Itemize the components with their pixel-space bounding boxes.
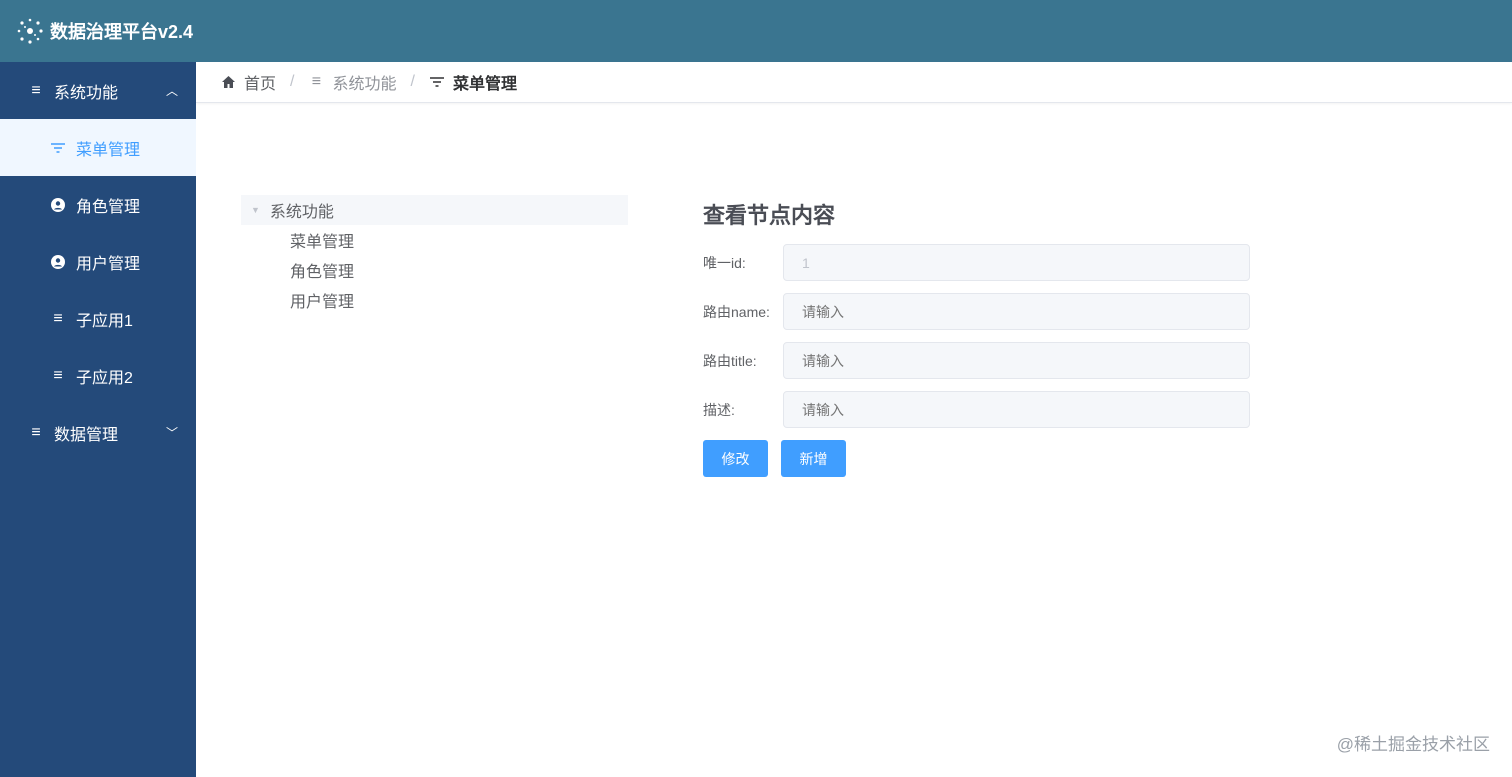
edit-button[interactable]: 修改 [703,440,768,477]
tree-node-label: 用户管理 [290,294,355,311]
app-header: 数据治理平台v2.4 [0,0,1512,62]
field-label: 描述: [703,401,735,418]
sidebar-group-data[interactable]: ≡ 数据管理 ﹀ [0,404,196,461]
breadcrumb-label: 菜单管理 [452,76,517,93]
sidebar-item-label: 子应用1 [76,312,133,330]
sidebar-item-role-management[interactable]: 角色管理 [0,176,196,233]
id-input[interactable] [783,244,1250,281]
breadcrumb-system[interactable]: ≡ 系统功能 [308,70,397,94]
filter-icon [429,77,445,87]
form-row-description: 描述: [703,391,1250,428]
filter-icon [50,142,66,153]
sidebar-item-user-management[interactable]: 用户管理 [0,233,196,290]
sidebar-group-label: 数据管理 [54,426,119,444]
form-row-name: 路由name: [703,293,1250,330]
user-circle-icon [50,254,66,269]
sidebar-item-menu-management[interactable]: 菜单管理 [0,119,196,176]
sidebar-group-label: 系统功能 [54,84,119,102]
chevron-down-icon: ﹀ [165,426,178,440]
sidebar-item-subapp-1[interactable]: ≡ 子应用1 [0,290,196,347]
tree-node-label: 菜单管理 [290,234,355,251]
tree-node-label: 系统功能 [269,204,334,221]
tree-node-root[interactable]: ▼ 系统功能 [241,195,628,225]
network-dots-icon [17,18,43,44]
tree-node[interactable]: 用户管理 [241,285,628,315]
field-label: 唯一id: [703,254,746,271]
description-input[interactable] [783,391,1250,428]
app-title: 数据治理平台v2.4 [50,22,194,42]
menu-icon: ≡ [31,423,41,441]
home-icon [220,76,236,88]
sidebar-item-label: 角色管理 [76,198,141,216]
breadcrumb-current: 菜单管理 [429,70,517,94]
user-circle-icon [50,197,66,212]
breadcrumb-label: 首页 [244,76,277,93]
add-button[interactable]: 新增 [781,440,846,477]
menu-icon: ≡ [311,73,322,90]
node-form: 查看节点内容 唯一id: 路由name: 路由title: 描述: 修改 新增 [703,198,1250,477]
route-title-input[interactable] [783,342,1250,379]
breadcrumb-home[interactable]: 首页 [220,70,276,94]
menu-tree: ▼ 系统功能 菜单管理 角色管理 用户管理 [241,195,628,315]
form-title: 查看节点内容 [703,203,836,228]
sidebar-item-label: 子应用2 [76,369,133,387]
sidebar-item-subapp-2[interactable]: ≡ 子应用2 [0,347,196,404]
sidebar: ≡ 系统功能 ︿ 菜单管理 角色管理 用户管理 ≡ 子应用1 ≡ 子应用2 ≡ … [0,62,196,777]
caret-down-icon[interactable]: ▼ [251,205,260,215]
menu-icon: ≡ [53,366,63,384]
tree-node-label: 角色管理 [290,264,355,281]
menu-icon: ≡ [31,81,41,99]
menu-icon: ≡ [53,309,63,327]
sidebar-item-label: 用户管理 [76,255,141,273]
breadcrumb-label: 系统功能 [332,76,397,93]
tree-node[interactable]: 角色管理 [241,255,628,285]
form-row-title: 路由title: [703,342,1250,379]
breadcrumb: 首页 / ≡ 系统功能 / 菜单管理 [196,62,1512,103]
breadcrumb-separator: / [290,73,295,90]
sidebar-item-label: 菜单管理 [76,141,141,159]
sidebar-group-system[interactable]: ≡ 系统功能 ︿ [0,62,196,119]
field-label: 路由title: [703,352,757,369]
field-label: 路由name: [703,303,770,320]
chevron-up-icon: ︿ [165,84,178,98]
form-actions: 修改 新增 [703,440,1250,477]
breadcrumb-separator: / [410,73,415,90]
tree-node[interactable]: 菜单管理 [241,225,628,255]
watermark: @稀土掘金技术社区 [1336,735,1490,754]
form-row-id: 唯一id: [703,244,1250,281]
route-name-input[interactable] [783,293,1250,330]
